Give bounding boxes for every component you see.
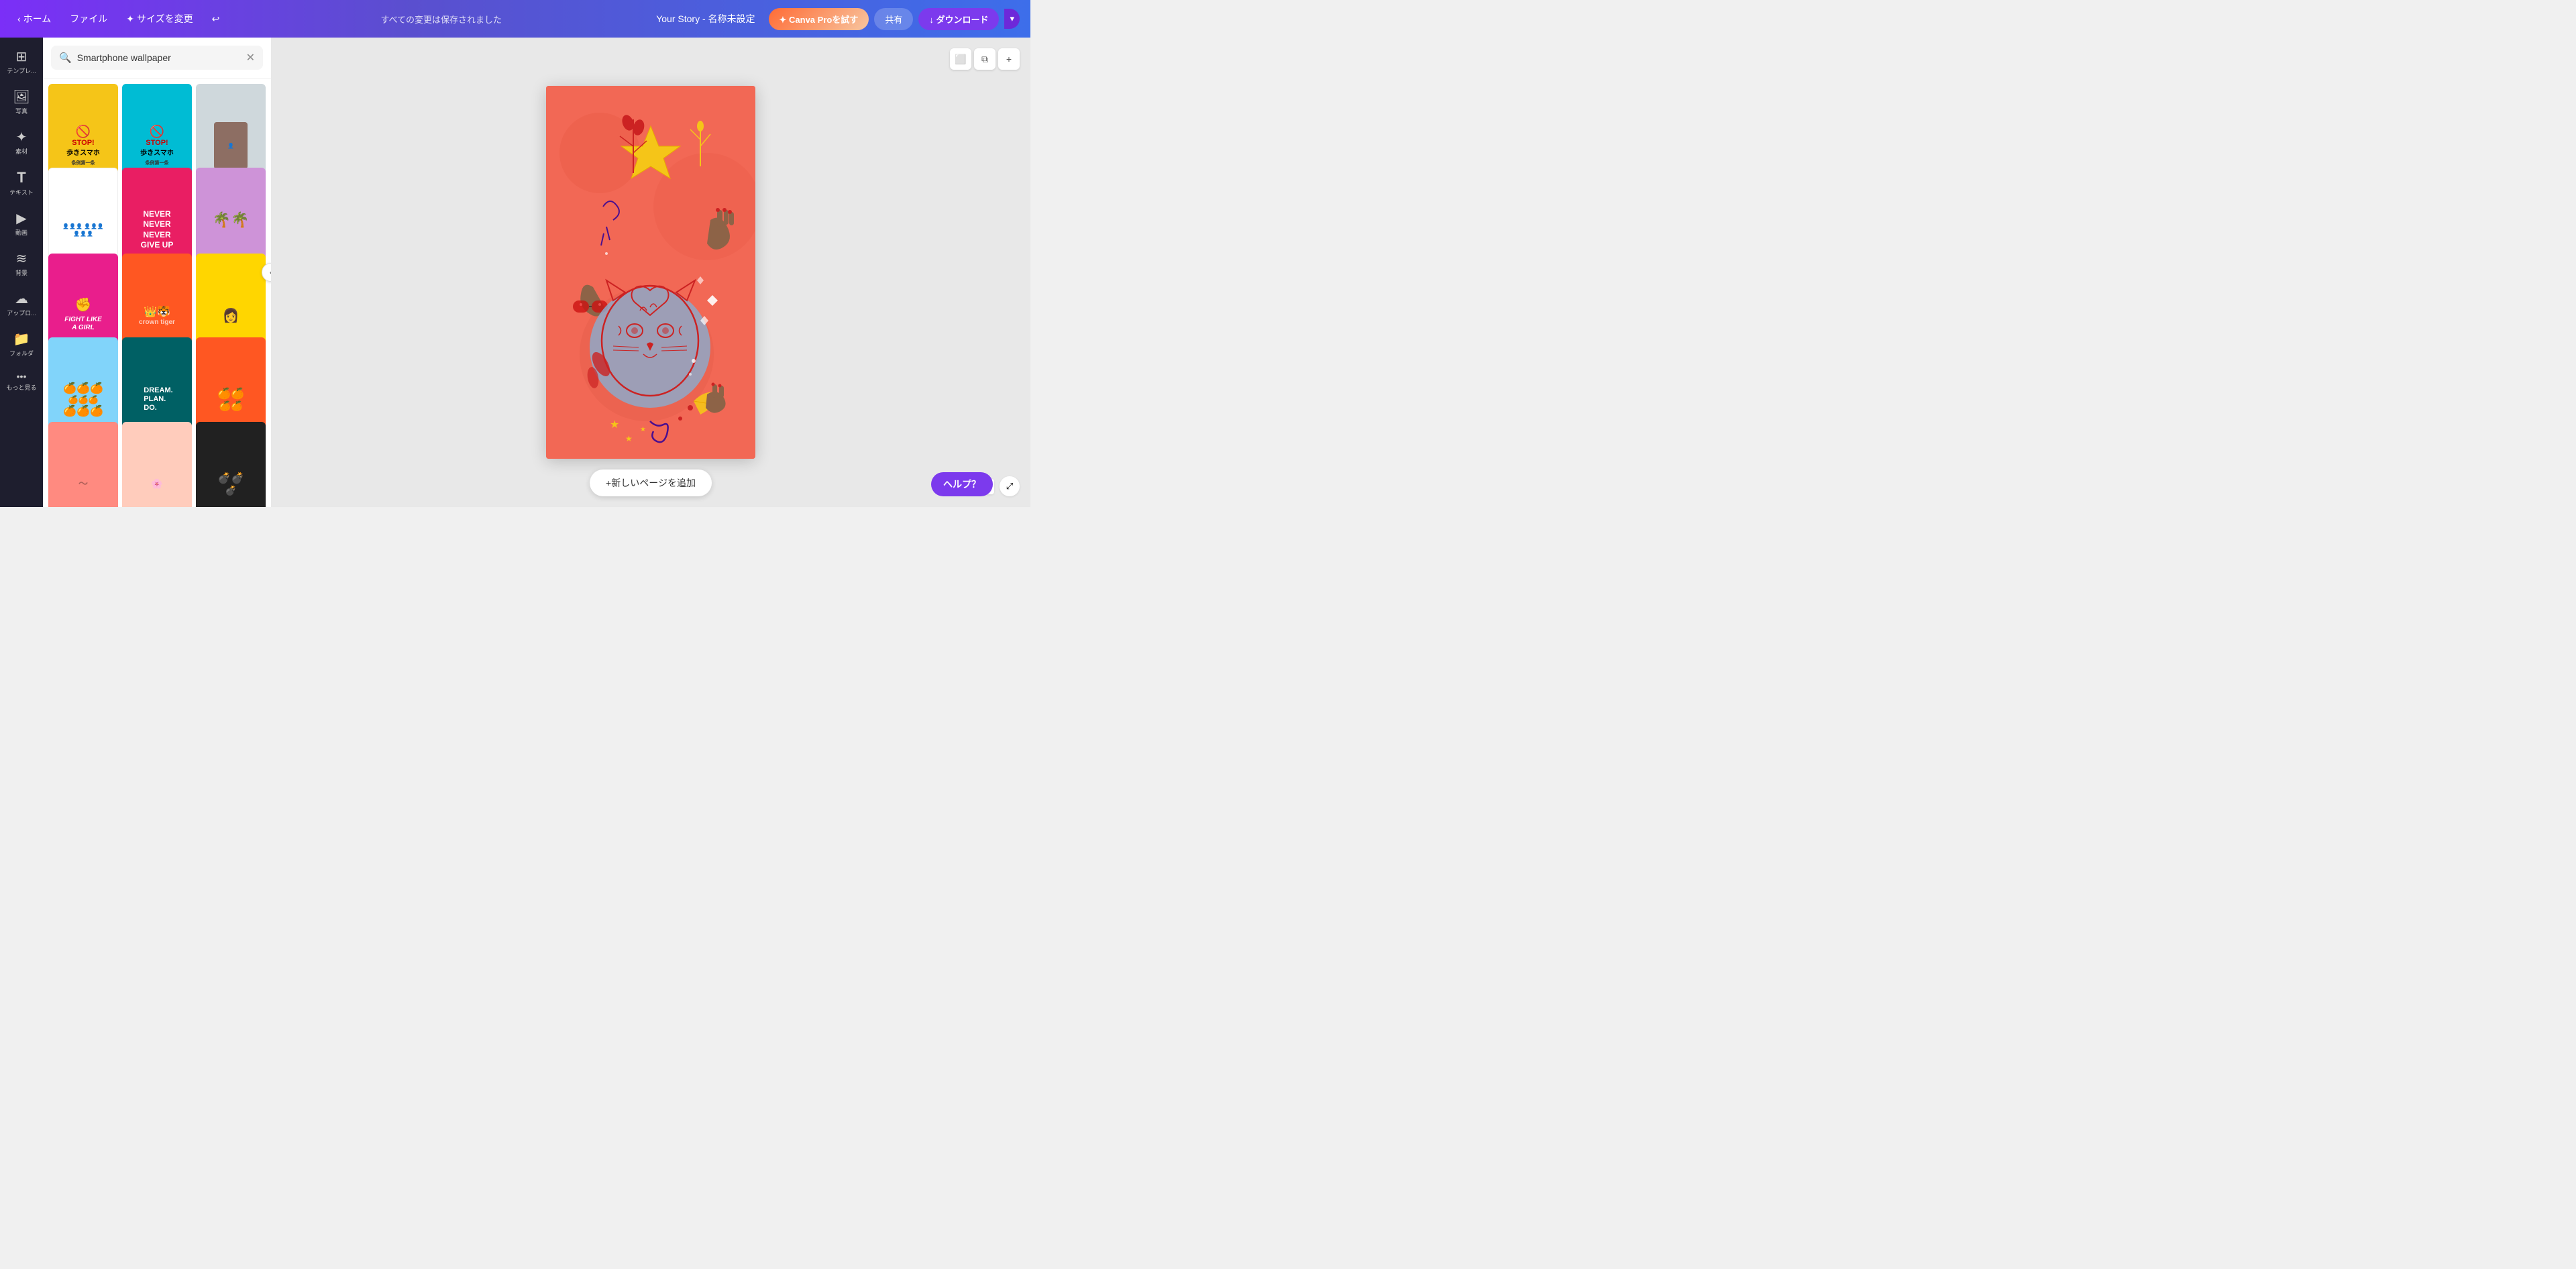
- share-button[interactable]: 共有: [874, 8, 913, 30]
- sidebar-item-text[interactable]: T テキスト: [3, 164, 40, 202]
- nav-right: Your Story - 名称未設定 ✦ Canva Proを試す 共有 ↓ ダ…: [656, 8, 1020, 30]
- sidebar-label-text: テキスト: [9, 188, 34, 197]
- svg-text:★: ★: [625, 434, 633, 443]
- doc-title: Your Story - 名称未設定: [656, 12, 755, 25]
- sidebar-item-photos[interactable]: 🖼 写真: [3, 83, 40, 121]
- save-status: すべての変更は保存されました: [231, 13, 651, 25]
- sidebar-item-more[interactable]: ••• もっと見る: [3, 366, 40, 397]
- photos-icon: 🖼: [13, 89, 30, 105]
- sidebar: ⊞ テンプレ... 🖼 写真 ✦ 素材 T テキスト ▶ 動画 ≋ 背景 ☁ ア…: [0, 38, 43, 507]
- top-nav: ‹ ホーム ファイル ✦ サイズを変更 ↩ すべての変更は保存されました You…: [0, 0, 1030, 38]
- canvas-document[interactable]: ★ ★ ★: [546, 86, 755, 459]
- template-grid: 🚫 STOP! 歩きスマホ 条例第一条 🚫 STOP! 歩きスマホ 条例第一条 …: [43, 78, 271, 507]
- more-icon: •••: [17, 371, 27, 382]
- text-icon: T: [17, 169, 25, 186]
- search-input-wrap: 🔍 ✕: [51, 46, 263, 70]
- copy-tool-button[interactable]: ⧉: [974, 48, 996, 70]
- add-page-button[interactable]: +新しいページを追加: [590, 470, 712, 496]
- search-icon: 🔍: [59, 52, 72, 64]
- template-item[interactable]: 🌸: [122, 422, 192, 507]
- sidebar-item-upload[interactable]: ☁ アップロ...: [3, 285, 40, 323]
- download-arrow-button[interactable]: ▾: [1004, 9, 1020, 29]
- home-button[interactable]: ‹ ホーム: [11, 8, 58, 30]
- sidebar-label-folder: フォルダ: [9, 349, 34, 357]
- video-icon: ▶: [16, 210, 26, 227]
- sidebar-label-upload: アップロ...: [7, 309, 36, 317]
- sidebar-item-background[interactable]: ≋ 背景: [3, 245, 40, 282]
- undo-button[interactable]: ↩: [205, 9, 227, 29]
- template-item[interactable]: 💣💣 💣: [196, 422, 266, 507]
- resize-button[interactable]: ✦ サイズを変更: [119, 8, 199, 30]
- add-tool-button[interactable]: +: [998, 48, 1020, 70]
- sidebar-label-templates: テンプレ...: [7, 66, 36, 75]
- download-button[interactable]: ↓ ダウンロード: [918, 8, 999, 30]
- sidebar-item-folder[interactable]: 📁 フォルダ: [3, 325, 40, 363]
- template-panel: 🔍 ✕ 🚫 STOP! 歩きスマホ 条例第一条 🚫 STOP! 歩きスマ: [43, 38, 271, 507]
- upload-icon: ☁: [15, 290, 28, 307]
- clear-search-button[interactable]: ✕: [246, 51, 255, 64]
- background-icon: ≋: [16, 250, 28, 267]
- sidebar-label-more: もっと見る: [6, 383, 36, 392]
- chevron-left-icon: ‹: [17, 13, 21, 24]
- canvas-area: ⬜ ⧉ +: [271, 38, 1030, 507]
- main-layout: ⊞ テンプレ... 🖼 写真 ✦ 素材 T テキスト ▶ 動画 ≋ 背景 ☁ ア…: [0, 38, 1030, 507]
- file-button[interactable]: ファイル: [63, 8, 114, 30]
- template-item[interactable]: 〜: [48, 422, 118, 507]
- help-button[interactable]: ヘルプ？: [931, 472, 993, 496]
- try-pro-button[interactable]: ✦ Canva Proを試す: [769, 8, 869, 30]
- tiger-illustration: ★ ★ ★: [546, 86, 755, 459]
- search-input[interactable]: [77, 52, 241, 63]
- zoom-expand-button[interactable]: ⤢: [1000, 476, 1020, 496]
- sidebar-label-background: 背景: [15, 268, 28, 277]
- elements-icon: ✦: [16, 129, 28, 146]
- sidebar-label-elements: 素材: [15, 147, 28, 156]
- svg-text:★: ★: [640, 426, 646, 433]
- search-bar: 🔍 ✕: [43, 38, 271, 78]
- templates-icon: ⊞: [16, 48, 28, 65]
- sidebar-item-elements[interactable]: ✦ 素材: [3, 123, 40, 161]
- svg-text:★: ★: [610, 419, 619, 431]
- resize-icon: ✦: [126, 13, 134, 25]
- sidebar-label-photos: 写真: [15, 107, 28, 115]
- sidebar-item-video[interactable]: ▶ 動画: [3, 205, 40, 242]
- canvas-toolbar: ⬜ ⧉ +: [950, 48, 1020, 70]
- sidebar-label-video: 動画: [15, 228, 28, 237]
- frame-tool-button[interactable]: ⬜: [950, 48, 971, 70]
- sidebar-item-templates[interactable]: ⊞ テンプレ...: [3, 43, 40, 80]
- folder-icon: 📁: [13, 331, 30, 347]
